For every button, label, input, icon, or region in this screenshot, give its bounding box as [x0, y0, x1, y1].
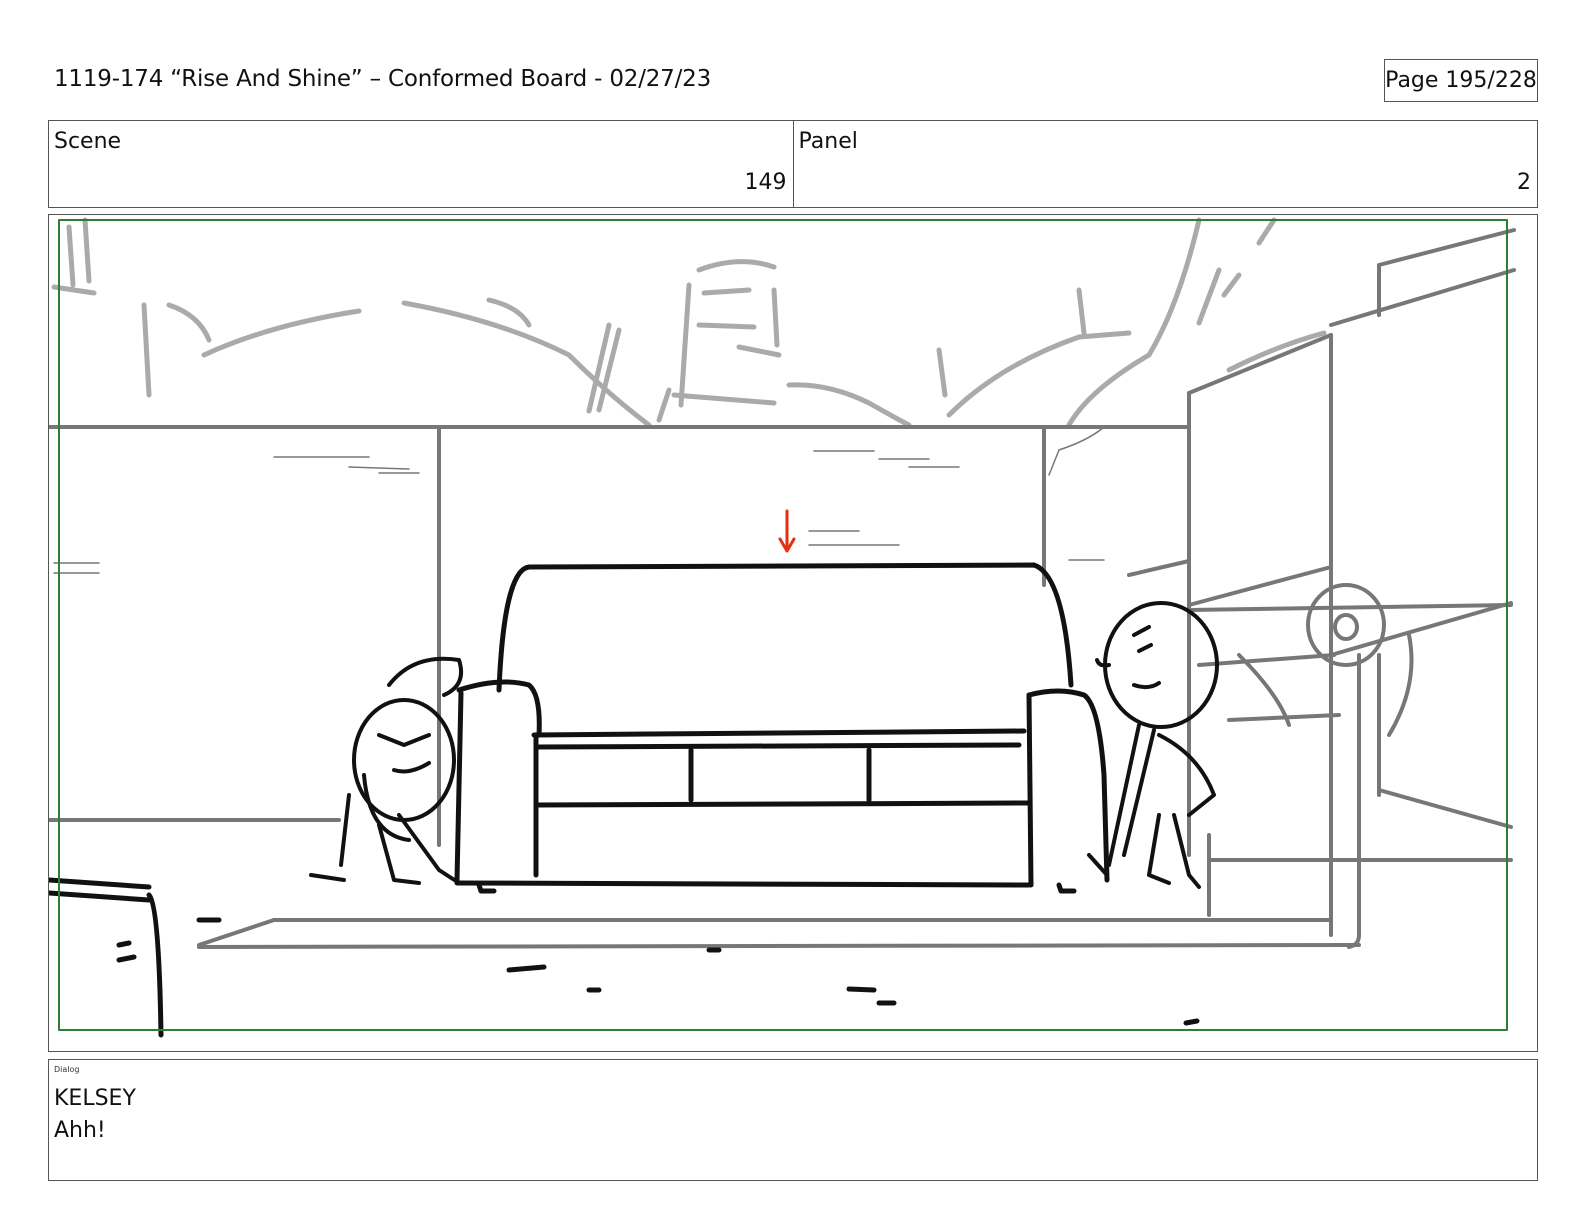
foreground-debris — [49, 877, 1200, 1038]
panel-number: 2 — [1517, 170, 1531, 195]
background-hatching — [53, 426, 1105, 574]
dialog-speaker: KELSEY — [54, 1086, 136, 1111]
panel-cell: Panel 2 — [792, 121, 1538, 207]
scene-panel-info: Scene 149 Panel 2 — [48, 120, 1538, 208]
down-arrow-icon — [778, 509, 796, 553]
background-rocks — [51, 217, 1327, 428]
board-title: 1119-174 “Rise And Shine” – Conformed Bo… — [54, 66, 712, 92]
dialog-box: Dialog KELSEY Ahh! — [48, 1059, 1538, 1181]
storyboard-panel — [48, 214, 1538, 1052]
background-wall — [49, 228, 1516, 949]
dialog-line: Ahh! — [54, 1118, 106, 1143]
couch-sketch — [454, 562, 1110, 894]
scene-label: Scene — [54, 129, 122, 154]
panel-sketch — [49, 217, 1516, 1038]
dialog-label: Dialog — [54, 1065, 80, 1074]
page-counter: Page 195/228 — [1384, 59, 1538, 102]
scene-number: 149 — [744, 170, 787, 195]
scene-cell: Scene 149 — [49, 121, 793, 207]
panel-label: Panel — [798, 129, 858, 154]
